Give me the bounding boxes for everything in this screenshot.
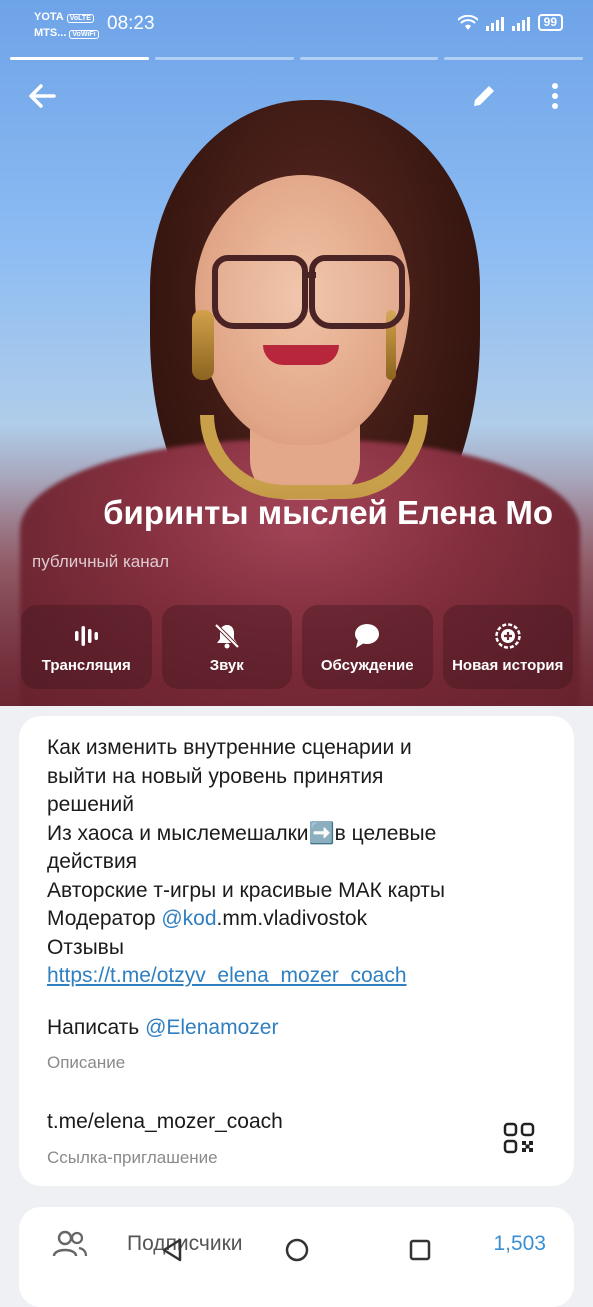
new-story-button[interactable]: Новая история	[442, 605, 573, 689]
reviews-link[interactable]: https://t.me/otzyv_elena_mozer_coach	[47, 964, 407, 987]
profile-header: YOTA VoLTE MTS... VoWiFi 08:23 99 биринты …	[0, 0, 593, 706]
status-time: 08:23	[107, 13, 155, 34]
qr-code-icon[interactable]	[503, 1122, 535, 1154]
info-card: Как изменить внутренние сценарии и выйти…	[19, 716, 574, 1186]
battery-icon: 99	[537, 14, 563, 31]
status-bar: YOTA VoLTE MTS... VoWiFi 08:23 99	[0, 0, 593, 48]
channel-description: Как изменить внутренние сценарии и выйти…	[47, 736, 445, 987]
chat-bubble-icon	[355, 623, 380, 648]
system-navigation-bar	[0, 1222, 593, 1280]
more-vertical-icon[interactable]	[540, 78, 570, 114]
home-circle-icon[interactable]	[283, 1236, 311, 1264]
description-label: Описание	[47, 1053, 126, 1072]
recents-square-icon[interactable]	[406, 1236, 434, 1264]
bell-muted-icon	[214, 623, 240, 648]
story-progress	[10, 57, 583, 61]
broadcast-icon	[75, 625, 99, 646]
wifi-icon	[457, 14, 478, 30]
invite-link[interactable]: t.me/elena_mozer_coach	[47, 1110, 283, 1134]
pencil-icon[interactable]	[466, 78, 502, 114]
arrow-left-icon[interactable]	[24, 78, 60, 114]
sound-button[interactable]: Звук	[161, 605, 292, 689]
write-line: Написать @Elenamozer	[47, 1016, 279, 1039]
elenamozer-mention-link[interactable]: @Elenamozer	[145, 1016, 278, 1039]
moderator-mention-link[interactable]: @kod	[161, 907, 216, 930]
invite-link-label: Ссылка-приглашение	[47, 1148, 218, 1167]
signal-2-icon	[511, 15, 530, 31]
carrier-info: YOTA VoLTE MTS... VoWiFi	[34, 10, 99, 42]
new-story-icon	[495, 622, 521, 649]
action-bar: Трансляция Звук Обсуждение Новая история	[21, 605, 573, 689]
broadcast-button[interactable]: Трансляция	[21, 605, 152, 689]
channel-title: биринты мыслей Елена Мо	[103, 494, 553, 531]
back-triangle-icon[interactable]	[158, 1236, 186, 1264]
discussion-button[interactable]: Обсуждение	[302, 605, 433, 689]
channel-type: публичный канал	[32, 552, 169, 571]
signal-1-icon	[485, 15, 504, 31]
